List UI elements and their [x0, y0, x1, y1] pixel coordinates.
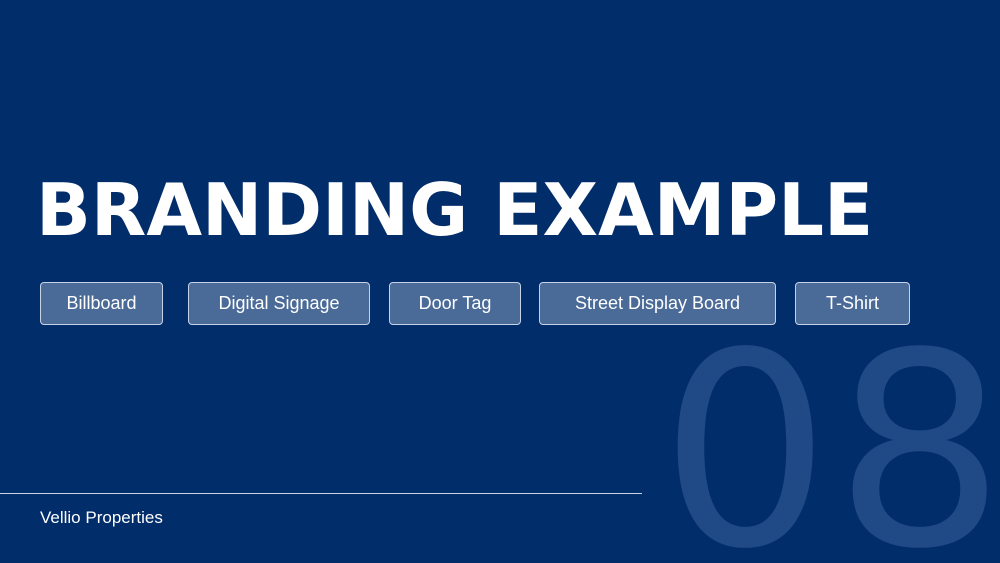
slide: 08 BRANDING EXAMPLE Billboard Digital Si… [0, 0, 1000, 563]
tag-t-shirt[interactable]: T-Shirt [795, 282, 910, 325]
tag-billboard[interactable]: Billboard [40, 282, 163, 325]
tag-door-tag[interactable]: Door Tag [389, 282, 521, 325]
footer-divider [0, 493, 642, 494]
slide-title: BRANDING EXAMPLE [36, 168, 874, 252]
slide-number: 08 [660, 296, 1000, 563]
tag-digital-signage[interactable]: Digital Signage [188, 282, 370, 325]
company-name: Vellio Properties [40, 508, 163, 527]
tag-street-display-board[interactable]: Street Display Board [539, 282, 776, 325]
